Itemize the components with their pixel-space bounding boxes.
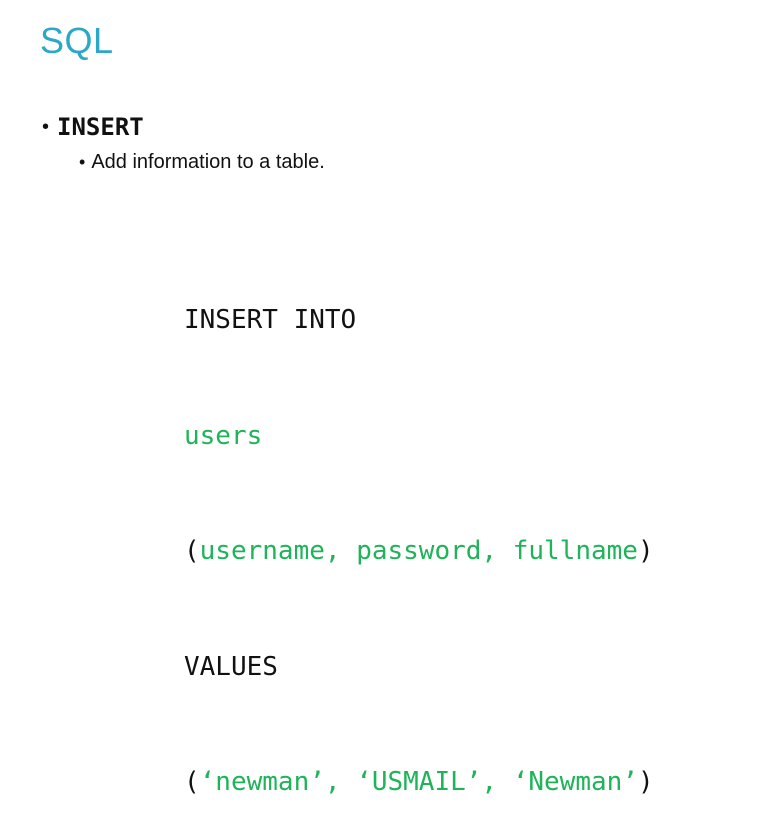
bullet-description: • Add information to a table. (79, 150, 325, 174)
code-line-value-list: (‘newman’, ‘USMAIL’, ‘Newman’) (184, 763, 654, 802)
code-line-table-name: users (184, 420, 263, 451)
sql-code-block: INSERT INTO users (username, password, f… (184, 224, 654, 840)
column-list: username, password, fullname (199, 536, 638, 566)
value-list: ‘newman’, ‘USMAIL’, ‘Newman’ (199, 767, 638, 797)
bullet-dot: • (42, 116, 50, 138)
paren-close: ) (637, 536, 654, 566)
bullet-insert-text: INSERT (57, 113, 144, 141)
paren-close: ) (637, 767, 654, 797)
bullet-description-text: Add information to a table. (91, 151, 325, 173)
code-line-values: VALUES (184, 651, 278, 682)
bullet-dot: • (79, 152, 86, 172)
code-line-insert-into: INSERT INTO (184, 305, 357, 335)
paren-open: ( (184, 767, 200, 797)
bullet-insert: • INSERT (42, 113, 144, 141)
code-line-columns: (username, password, fullname) (184, 532, 654, 571)
slide-title: SQL (40, 20, 114, 61)
paren-open: ( (184, 536, 200, 566)
